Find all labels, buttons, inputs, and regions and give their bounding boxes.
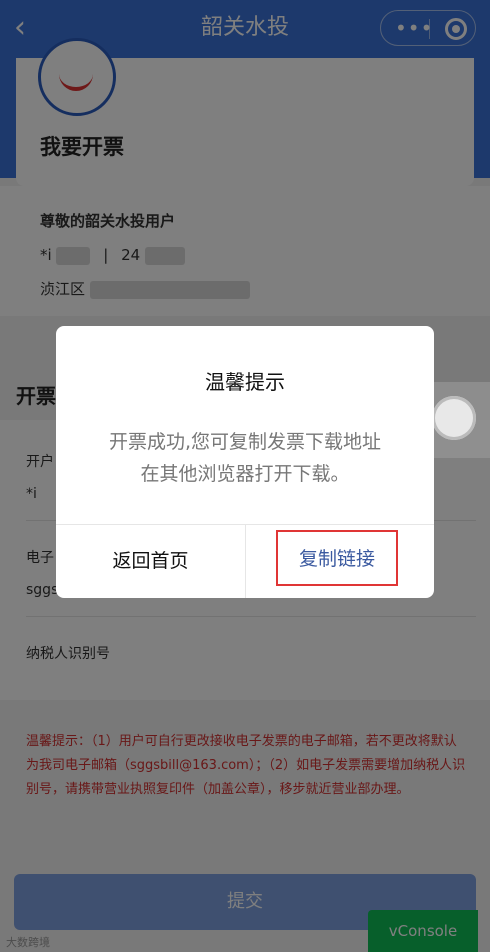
success-dialog: 温馨提示 开票成功,您可复制发票下载地址 在其他浏览器打开下载。 返回首页 复制… [56, 326, 434, 598]
dialog-button-divider [245, 524, 246, 598]
dialog-message-line1: 开票成功,您可复制发票下载地址 [108, 431, 382, 453]
return-home-button[interactable]: 返回首页 [56, 525, 245, 598]
dialog-message-line2: 在其他浏览器打开下载。 [140, 463, 350, 485]
dialog-message: 开票成功,您可复制发票下载地址 在其他浏览器打开下载。 [86, 426, 404, 490]
copy-link-button[interactable]: 复制链接 [276, 530, 398, 586]
dialog-title: 温馨提示 [205, 370, 285, 394]
